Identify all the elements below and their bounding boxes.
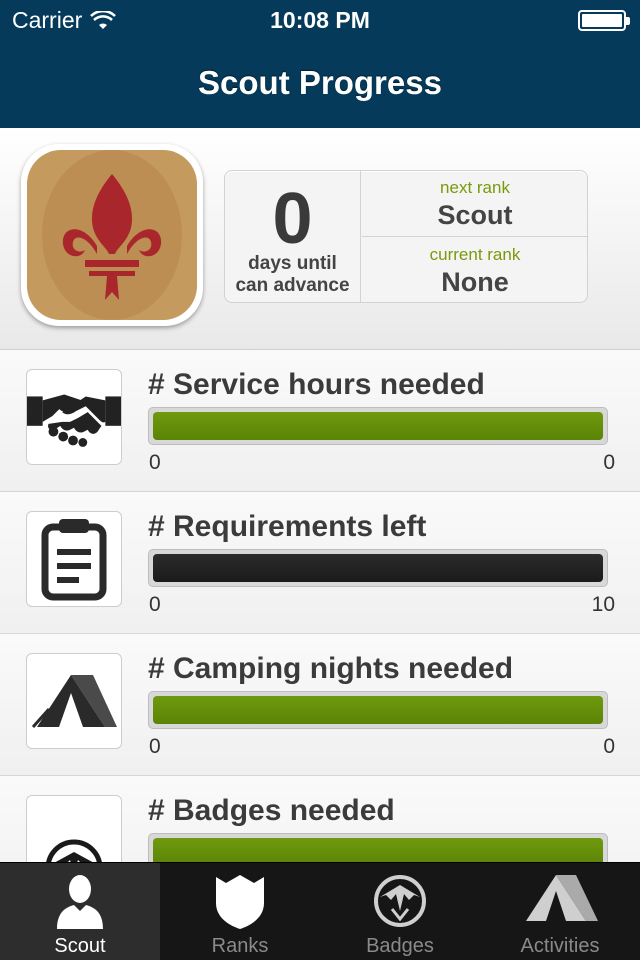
row-title: # Requirements left xyxy=(148,510,427,543)
person-icon xyxy=(57,875,103,929)
progress-row-requirements[interactable]: # Requirements left 0 10 xyxy=(0,492,640,634)
next-rank: next rank Scout xyxy=(362,171,588,237)
clipboard-icon xyxy=(26,511,122,607)
progress-fill xyxy=(153,554,603,582)
rank-badge[interactable] xyxy=(21,144,203,326)
progress-fill xyxy=(153,696,603,724)
tent-icon xyxy=(526,875,598,921)
progress-bar xyxy=(148,691,608,729)
progress-min: 0 xyxy=(149,593,161,616)
next-rank-caption: next rank xyxy=(440,178,510,197)
progress-max: 10 xyxy=(591,593,615,616)
status-bar: Carrier 10:08 PM xyxy=(0,0,640,40)
shield-icon xyxy=(216,875,264,929)
days-until-advance: 0 days until can advance xyxy=(225,171,361,302)
progress-max: 0 xyxy=(603,451,615,474)
current-rank: current rank None xyxy=(362,238,588,302)
tab-label: Scout xyxy=(54,935,106,957)
scout-summary: 0 days until can advance next rank Scout… xyxy=(0,128,640,350)
progress-row-camping-nights[interactable]: # Camping nights needed 0 0 xyxy=(0,634,640,776)
tab-label: Ranks xyxy=(211,935,269,957)
row-title: # Badges needed xyxy=(148,794,395,827)
current-rank-value: None xyxy=(441,267,509,297)
progress-bar xyxy=(148,407,608,445)
tab-activities[interactable]: Activities xyxy=(480,863,640,960)
current-rank-caption: current rank xyxy=(429,245,521,264)
progress-min: 0 xyxy=(149,451,161,474)
tab-scout[interactable]: Scout xyxy=(0,863,160,960)
tab-ranks[interactable]: Ranks xyxy=(160,863,320,960)
rank-summary-box: 0 days until can advance next rank Scout… xyxy=(224,170,588,303)
row-title: # Camping nights needed xyxy=(148,652,514,685)
row-title: # Service hours needed xyxy=(148,368,485,401)
days-label: days until can advance xyxy=(235,253,350,296)
progress-min: 0 xyxy=(149,735,161,758)
tent-icon xyxy=(26,653,122,749)
fleur-de-lis-icon xyxy=(42,150,182,320)
tab-badges[interactable]: Badges xyxy=(320,863,480,960)
tab-label: Activities xyxy=(520,935,600,957)
handshake-icon xyxy=(26,369,122,465)
progress-bar xyxy=(148,549,608,587)
next-rank-value: Scout xyxy=(437,200,513,230)
tab-label: Badges xyxy=(366,935,434,957)
progress-max: 0 xyxy=(603,735,615,758)
clock: 10:08 PM xyxy=(270,7,370,33)
progress-row-service-hours[interactable]: # Service hours needed 0 0 xyxy=(0,350,640,492)
progress-fill xyxy=(153,412,603,440)
battery-icon xyxy=(578,10,630,31)
top-bar: Carrier 10:08 PM Scout Progress xyxy=(0,0,640,128)
eagle-icon xyxy=(374,875,426,927)
days-count: 0 xyxy=(272,179,313,259)
tab-bar: Scout Ranks Badges Activities xyxy=(0,862,640,960)
page-title: Scout Progress xyxy=(198,64,442,101)
